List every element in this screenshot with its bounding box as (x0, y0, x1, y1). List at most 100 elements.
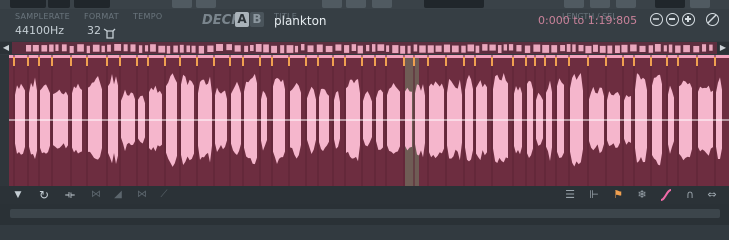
slice-marker (70, 57, 72, 66)
slice-marker (86, 57, 88, 66)
overview-segment (599, 45, 606, 53)
waveform-segment (698, 85, 713, 156)
slice-marker (344, 57, 346, 66)
slice-marker (413, 57, 415, 66)
zoom-fit-icon[interactable] (650, 13, 663, 26)
loop-icon[interactable]: ↻ (36, 186, 52, 204)
overview-segment (77, 44, 84, 52)
bowtie-icon[interactable]: ⋈ (88, 186, 104, 204)
slice-marker (242, 57, 244, 66)
waveform-segment (72, 83, 82, 154)
overview-segment (92, 44, 100, 52)
top-chevron-button[interactable] (690, 0, 710, 8)
snap-toggle-icon[interactable] (706, 13, 719, 26)
overview-segment (377, 44, 385, 51)
format-value[interactable]: 32 (87, 24, 101, 37)
top-chevron-button[interactable] (196, 0, 216, 8)
waveform-segment (527, 80, 533, 158)
scroll-left-arrow-icon[interactable]: ◀ (0, 42, 12, 54)
overview-segment (386, 45, 390, 52)
overview-segment (69, 45, 74, 53)
crossfade-icon[interactable]: ⟛ (62, 186, 78, 204)
top-toolbar-slot[interactable] (655, 0, 685, 8)
pink-curve-icon[interactable] (658, 186, 674, 204)
top-chevron-button[interactable] (322, 0, 342, 8)
overview-scrollbar[interactable] (12, 42, 717, 54)
overview-segment (475, 45, 480, 53)
deck-b-button[interactable]: B (250, 12, 264, 27)
waveform-segment (88, 76, 102, 160)
overview-segment (508, 44, 514, 51)
horizontal-scrollbar[interactable] (10, 209, 720, 218)
top-chevron-button[interactable] (616, 0, 636, 8)
overview-segment (372, 44, 376, 52)
overview-segment (198, 45, 205, 54)
slice-marker (544, 57, 546, 66)
flag-icon[interactable]: ⚑ (610, 186, 626, 204)
snowflake-icon[interactable]: ❄ (634, 186, 650, 204)
overview-segment (150, 44, 156, 52)
slice-marker (136, 57, 138, 66)
overview-segment (49, 44, 54, 52)
slice-marker (666, 57, 668, 66)
slice-marker (147, 57, 149, 66)
length-value: 0:000 to 1:19:805 (538, 14, 638, 27)
slice-marker (633, 57, 635, 66)
top-chevron-button[interactable] (346, 0, 366, 8)
overview-segment (639, 45, 646, 53)
deck-a-button[interactable]: A (235, 12, 249, 27)
overview-segment (621, 44, 628, 53)
overview-segment (614, 45, 620, 54)
top-toolbar-slot[interactable] (74, 0, 110, 8)
slice-marker (213, 57, 215, 66)
slice-marker (305, 57, 307, 66)
overview-segment (572, 44, 576, 52)
overview-segment (207, 45, 214, 52)
overview-segment (316, 44, 323, 53)
bowtie-icon-2[interactable]: ⋈ (134, 186, 150, 204)
waveform-segment (363, 91, 372, 147)
waveform-view[interactable] (9, 55, 729, 186)
slice-marker (13, 57, 15, 66)
arrows-icon[interactable]: ⇔ (704, 186, 720, 204)
overview-segment (607, 45, 613, 54)
slice-markers-icon[interactable]: ☰ (562, 186, 578, 204)
title-value[interactable]: plankton (274, 14, 327, 28)
overview-segment (335, 44, 342, 51)
overview-segment (301, 44, 305, 51)
waveform-segment (387, 83, 400, 154)
overview-segment (542, 44, 550, 53)
magnet-icon[interactable]: ∩ (682, 186, 698, 204)
overview-segment (286, 45, 294, 53)
top-toolbar-slot[interactable] (10, 0, 46, 8)
regions-icon[interactable]: ⊩ (586, 186, 602, 204)
overview-segment (144, 45, 149, 52)
format-icon (103, 24, 116, 43)
top-chevron-button[interactable] (172, 0, 192, 8)
overview-segment (578, 45, 584, 52)
top-chevron-button[interactable] (564, 0, 584, 8)
overview-segment (123, 44, 128, 52)
top-toolbar-slot[interactable] (424, 0, 484, 8)
scroll-right-arrow-icon[interactable]: ▶ (717, 42, 729, 54)
overview-segment (138, 45, 143, 53)
top-chevron-button[interactable] (372, 0, 392, 8)
slice-marker (622, 57, 624, 66)
waveform-segment (108, 74, 118, 164)
tempo-label: TEMPO (133, 12, 163, 21)
menu-arrow-icon[interactable]: ▼ (10, 186, 26, 204)
overview-segment (702, 44, 707, 52)
slice-marker (512, 57, 514, 66)
overview-segment (693, 45, 700, 53)
overview-segment (26, 44, 32, 52)
slice-marker (587, 57, 589, 66)
overview-segment (630, 44, 637, 52)
overview-segment (271, 45, 277, 53)
top-chevron-button[interactable] (590, 0, 610, 8)
overview-segment (407, 45, 411, 54)
triangle-icon[interactable]: ◢ (110, 186, 126, 204)
top-toolbar-slot[interactable] (48, 0, 70, 8)
link-icon[interactable]: ⟋ (156, 186, 172, 204)
zoom-in-icon[interactable] (682, 13, 695, 26)
zoom-out-icon[interactable] (666, 13, 679, 26)
